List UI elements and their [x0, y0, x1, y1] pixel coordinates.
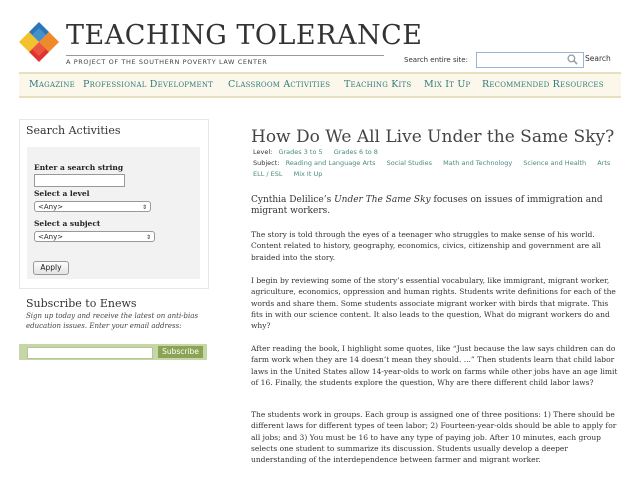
site-search-label: Search entire site: — [404, 56, 468, 64]
tag-link[interactable]: Grades 6 to 8 — [334, 148, 378, 156]
article-title: How Do We All Live Under the Same Sky? — [251, 127, 615, 147]
nav-mix-it-up[interactable]: Mix It Up — [424, 79, 470, 90]
subject-tags: Subject: Reading and Language Arts Socia… — [253, 159, 619, 167]
nav-professional-development[interactable]: Professional Development — [83, 79, 213, 90]
magnifier-icon[interactable] — [567, 54, 578, 65]
tag-link[interactable]: Science and Health — [523, 159, 586, 167]
nav-magazine[interactable]: Magazine — [29, 79, 75, 90]
subject-select-value: <Any> — [38, 233, 64, 241]
subject-label: Select a subject — [34, 219, 101, 228]
select-arrows-icon: ⇕ — [141, 204, 147, 211]
article-paragraph: The students work in groups. Each group … — [251, 410, 617, 465]
email-field[interactable] — [27, 347, 153, 359]
nav-teaching-kits[interactable]: Teaching Kits — [344, 79, 411, 90]
search-string-label: Enter a search string — [34, 163, 124, 172]
article-lead: Cynthia Delilice’s Under The Same Sky fo… — [251, 195, 621, 217]
enews-heading: Subscribe to Enews — [26, 297, 137, 310]
subscribe-button[interactable]: Subscribe — [158, 346, 203, 358]
title-divider — [66, 55, 384, 56]
select-arrows-icon: ⇕ — [145, 234, 151, 241]
nav-recommended-resources[interactable]: Recommended Resources — [482, 79, 604, 90]
tag-link[interactable]: Math and Technology — [443, 159, 512, 167]
subject-tags-continued: ELL / ESL Mix It Up — [253, 170, 331, 178]
enews-description: Sign up today and receive the latest on … — [26, 312, 199, 330]
site-search-button[interactable]: Search — [585, 54, 611, 63]
level-label: Select a level — [34, 189, 90, 198]
subject-key: Subject: — [253, 159, 280, 167]
book-title: Under The Same Sky — [334, 195, 431, 205]
tag-link[interactable]: Reading and Language Arts — [286, 159, 376, 167]
site-title[interactable]: TEACHING TOLERANCE — [66, 21, 422, 51]
apply-button[interactable]: Apply — [33, 261, 69, 275]
search-activities-heading: Search Activities — [26, 124, 121, 137]
tag-link[interactable]: Social Studies — [387, 159, 432, 167]
nav-classroom-activities[interactable]: Classroom Activities — [228, 79, 330, 90]
level-tags: Level: Grades 3 to 5 Grades 6 to 8 — [253, 148, 387, 156]
tag-link[interactable]: Arts — [597, 159, 610, 167]
tag-link[interactable]: ELL / ESL — [253, 170, 283, 178]
level-key: Level: — [253, 148, 273, 156]
level-select[interactable]: <Any> ⇕ — [34, 201, 151, 212]
site-tagline: A PROJECT OF THE SOUTHERN POVERTY LAW CE… — [66, 58, 268, 66]
article-paragraph: After reading the book, I highlight some… — [251, 344, 618, 387]
article-paragraph: The story is told through the eyes of a … — [251, 230, 601, 262]
article-paragraph: I begin by reviewing some of the story’s… — [251, 276, 616, 331]
tag-link[interactable]: Mix It Up — [294, 170, 323, 178]
teaching-tolerance-logo[interactable] — [17, 20, 61, 64]
level-select-value: <Any> — [38, 203, 64, 211]
search-string-input[interactable] — [34, 174, 125, 187]
lead-text: Cynthia Delilice’s — [251, 195, 335, 205]
subject-select[interactable]: <Any> ⇕ — [34, 231, 155, 242]
tag-link[interactable]: Grades 3 to 5 — [278, 148, 322, 156]
